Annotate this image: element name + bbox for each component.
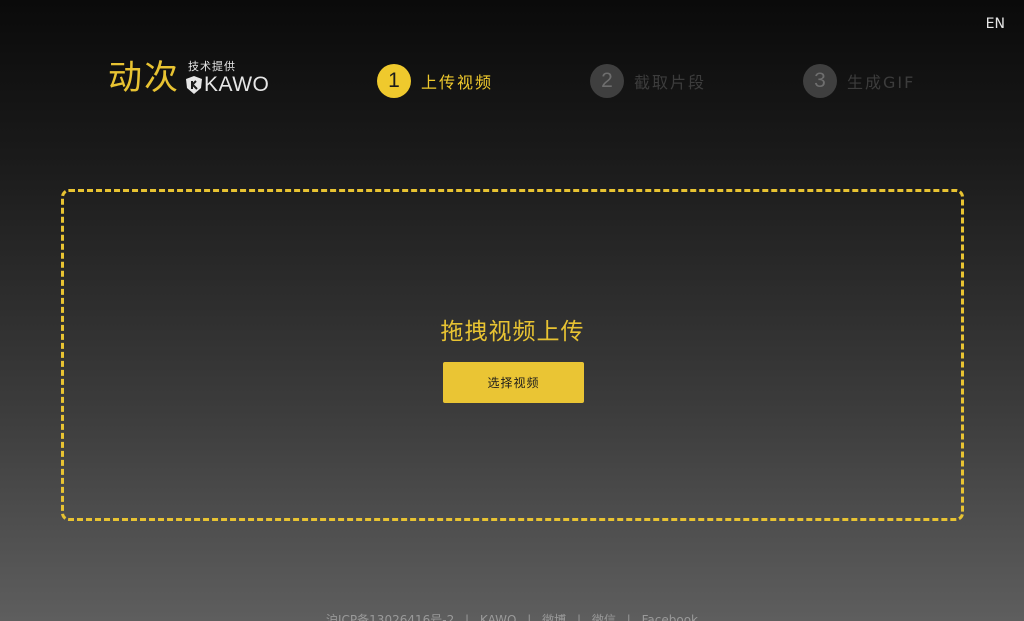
brand-name: 动次 — [108, 58, 180, 98]
footer-link-facebook[interactable]: Facebook — [642, 613, 698, 621]
step-label: 生成GIF — [847, 73, 916, 92]
footer-separator: | — [465, 613, 470, 621]
step-label: 截取片段 — [634, 73, 707, 92]
kawo-logo: KAWO — [186, 73, 269, 97]
step-number: 3 — [803, 64, 837, 98]
step-indicator: 1 上传视频 2 截取片段 3 生成GIF — [377, 64, 1016, 98]
step-number: 2 — [590, 64, 624, 98]
lang-toggle[interactable]: EN — [986, 16, 1005, 32]
select-video-button[interactable]: 选择视频 — [443, 362, 584, 403]
footer-separator: | — [626, 613, 631, 621]
step-label: 上传视频 — [421, 73, 494, 92]
footer-link-wechat[interactable]: 微信 — [592, 613, 616, 621]
footer-link-kawo[interactable]: KAWO — [480, 613, 517, 621]
step-generate: 3 生成GIF — [803, 64, 1016, 98]
icp-number: 沪ICP备13026416号-2 — [326, 613, 455, 621]
provided-by-label: 技术提供 — [188, 60, 236, 73]
step-trim: 2 截取片段 — [590, 64, 803, 98]
footer: 沪ICP备13026416号-2 | KAWO | 微博 | 微信 | Face… — [0, 611, 1024, 621]
dropzone-title: 拖拽视频上传 — [440, 319, 585, 345]
partner-block: 技术提供 KAWO — [186, 61, 269, 97]
footer-separator: | — [527, 613, 532, 621]
video-dropzone[interactable]: 拖拽视频上传 选择视频 — [61, 189, 964, 521]
footer-separator: | — [577, 613, 582, 621]
footer-link-weibo[interactable]: 微博 — [542, 613, 566, 621]
logo[interactable]: 动次 技术提供 KAWO — [108, 58, 269, 98]
kawo-wordmark: KAWO — [204, 73, 270, 96]
step-upload: 1 上传视频 — [377, 64, 590, 98]
step-number: 1 — [377, 64, 411, 98]
kawo-mark-icon — [186, 76, 202, 94]
